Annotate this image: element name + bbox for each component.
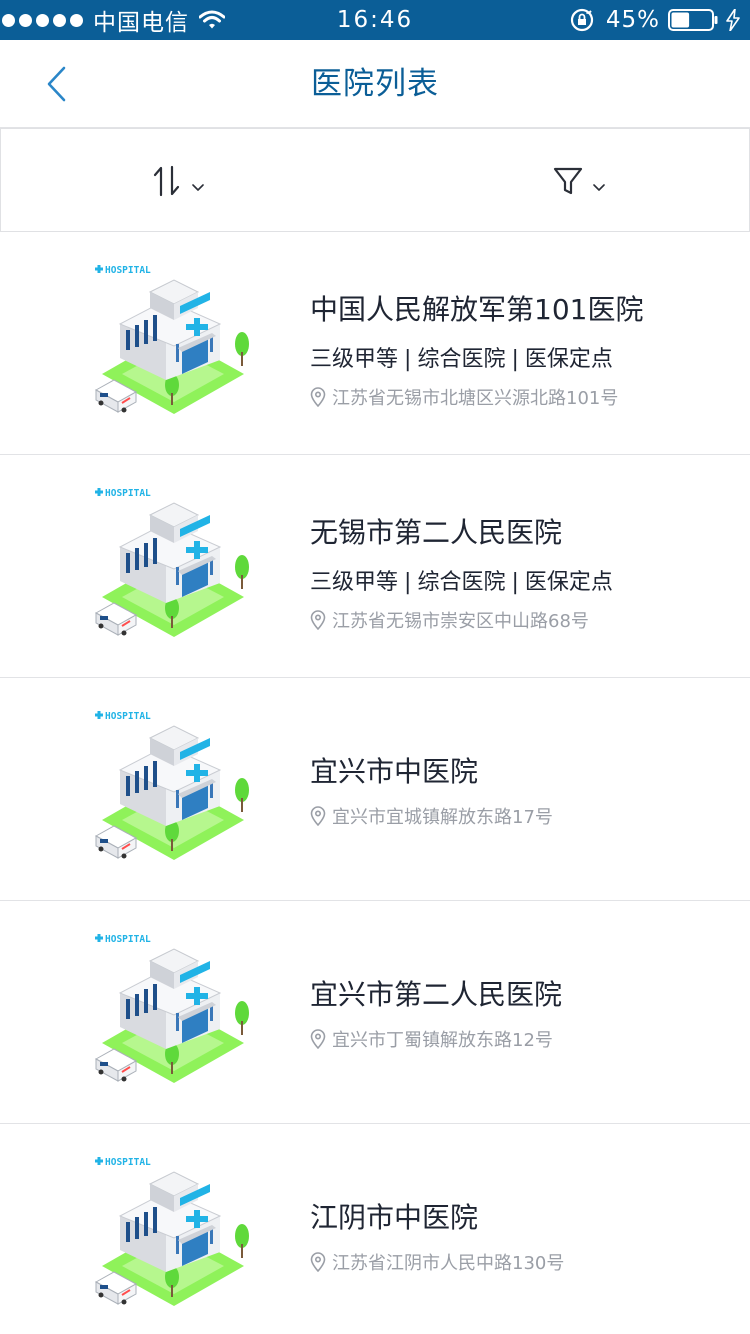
hospital-list-item[interactable]: HOSPITAL (0, 901, 750, 1124)
hospital-address: 江苏省无锡市北塘区兴源北路101号 (310, 384, 618, 410)
hospital-address-text: 江苏省无锡市北塘区兴源北路101号 (332, 388, 619, 409)
hospital-logo: HOSPITAL (95, 711, 151, 722)
page-title: 医院列表 (311, 66, 439, 102)
status-right: 45% (570, 0, 740, 40)
hospital-building-icon: HOSPITAL (92, 485, 254, 645)
hospital-tag: 三级甲等 (310, 570, 399, 595)
funnel-icon (553, 167, 582, 195)
chevron-down-icon (592, 184, 605, 191)
battery-percent: 45% (605, 7, 660, 33)
hospital-list-item[interactable]: HOSPITAL (0, 455, 750, 678)
hospital-info: 无锡市第二人民医院 三级甲等 | 综合医院 | 医保定点 江苏省无锡市崇安区中山路68号 (310, 455, 730, 678)
svg-text:HOSPITAL: HOSPITAL (105, 265, 151, 276)
hospital-list-item[interactable]: HOSPITAL (0, 1124, 750, 1334)
hospital-tags: 三级甲等 | 综合医院 | 医保定点 (310, 341, 613, 373)
hospital-address: 宜兴市宜城镇解放东路17号 (310, 803, 553, 829)
hospital-name: 宜兴市第二人民医院 (310, 978, 563, 1011)
hospital-list-item[interactable]: HOSPITAL (0, 232, 750, 455)
hospital-tags: 三级甲等 | 综合医院 | 医保定点 (310, 564, 613, 596)
location-pin-icon (310, 1029, 326, 1049)
hospital-tag: 综合医院 (417, 570, 506, 595)
hospital-address-text: 宜兴市宜城镇解放东路17号 (332, 807, 553, 828)
chevron-down-icon (191, 184, 204, 191)
svg-text:HOSPITAL: HOSPITAL (105, 934, 151, 945)
hospital-address-text: 江苏省江阴市人民中路130号 (332, 1253, 565, 1274)
svg-text:HOSPITAL: HOSPITAL (105, 711, 151, 722)
charging-bolt-icon (726, 9, 740, 31)
status-bar: 中国电信 16:46 45% (0, 0, 750, 40)
hospital-name: 宜兴市中医院 (310, 755, 479, 788)
rotation-lock-icon (570, 8, 593, 32)
hospital-address-text: 江苏省无锡市崇安区中山路68号 (332, 611, 589, 632)
hospital-address: 江苏省无锡市崇安区中山路68号 (310, 607, 589, 633)
hospital-tag: 综合医院 (417, 347, 506, 372)
navigation-bar: 医院列表 (0, 40, 750, 128)
tag-separator: | (404, 570, 412, 595)
hospital-address-text: 宜兴市丁蜀镇解放东路12号 (332, 1030, 553, 1051)
svg-text:HOSPITAL: HOSPITAL (105, 488, 151, 499)
hospital-building-icon: HOSPITAL (92, 708, 254, 868)
hospital-tag: 医保定点 (524, 570, 613, 595)
hospital-list: HOSPITAL 中国人民解放军第101医院 三级甲等 | 综合医院 | 医保定… (0, 232, 750, 1334)
hospital-name: 中国人民解放军第101医院 (310, 293, 644, 326)
hospital-list-item[interactable]: HOSPITAL (0, 678, 750, 901)
hospital-address: 江苏省江阴市人民中路130号 (310, 1249, 564, 1275)
hospital-logo: HOSPITAL (95, 488, 151, 499)
hospital-name: 江阴市中医院 (310, 1201, 479, 1234)
battery-icon (668, 9, 718, 31)
hospital-logo: HOSPITAL (95, 934, 151, 945)
hospital-logo: HOSPITAL (95, 1157, 151, 1168)
hospital-logo: HOSPITAL (95, 265, 151, 276)
hospital-info: 江阴市中医院 江苏省江阴市人民中路130号 (310, 1124, 730, 1334)
hospital-building-icon: HOSPITAL (92, 931, 254, 1091)
hospital-building-icon: HOSPITAL (92, 1154, 254, 1314)
svg-text:HOSPITAL: HOSPITAL (105, 1157, 151, 1168)
hospital-tag: 三级甲等 (310, 347, 399, 372)
location-pin-icon (310, 387, 326, 407)
filter-bar (0, 128, 750, 232)
hospital-building-icon: HOSPITAL (92, 262, 254, 422)
hospital-info: 宜兴市第二人民医院 宜兴市丁蜀镇解放东路12号 (310, 901, 730, 1124)
hospital-name: 无锡市第二人民医院 (310, 516, 563, 549)
location-pin-icon (310, 1252, 326, 1272)
sort-button[interactable] (1, 129, 376, 233)
tag-separator: | (511, 347, 519, 372)
hospital-address: 宜兴市丁蜀镇解放东路12号 (310, 1026, 553, 1052)
filter-button[interactable] (376, 129, 750, 233)
tag-separator: | (404, 347, 412, 372)
hospital-tag: 医保定点 (524, 347, 613, 372)
hospital-info: 中国人民解放军第101医院 三级甲等 | 综合医院 | 医保定点 江苏省无锡市北塘区兴源… (310, 232, 730, 455)
location-pin-icon (310, 806, 326, 826)
location-pin-icon (310, 610, 326, 630)
hospital-info: 宜兴市中医院 宜兴市宜城镇解放东路17号 (310, 678, 730, 901)
sort-arrows-icon (153, 165, 179, 197)
tag-separator: | (511, 570, 519, 595)
